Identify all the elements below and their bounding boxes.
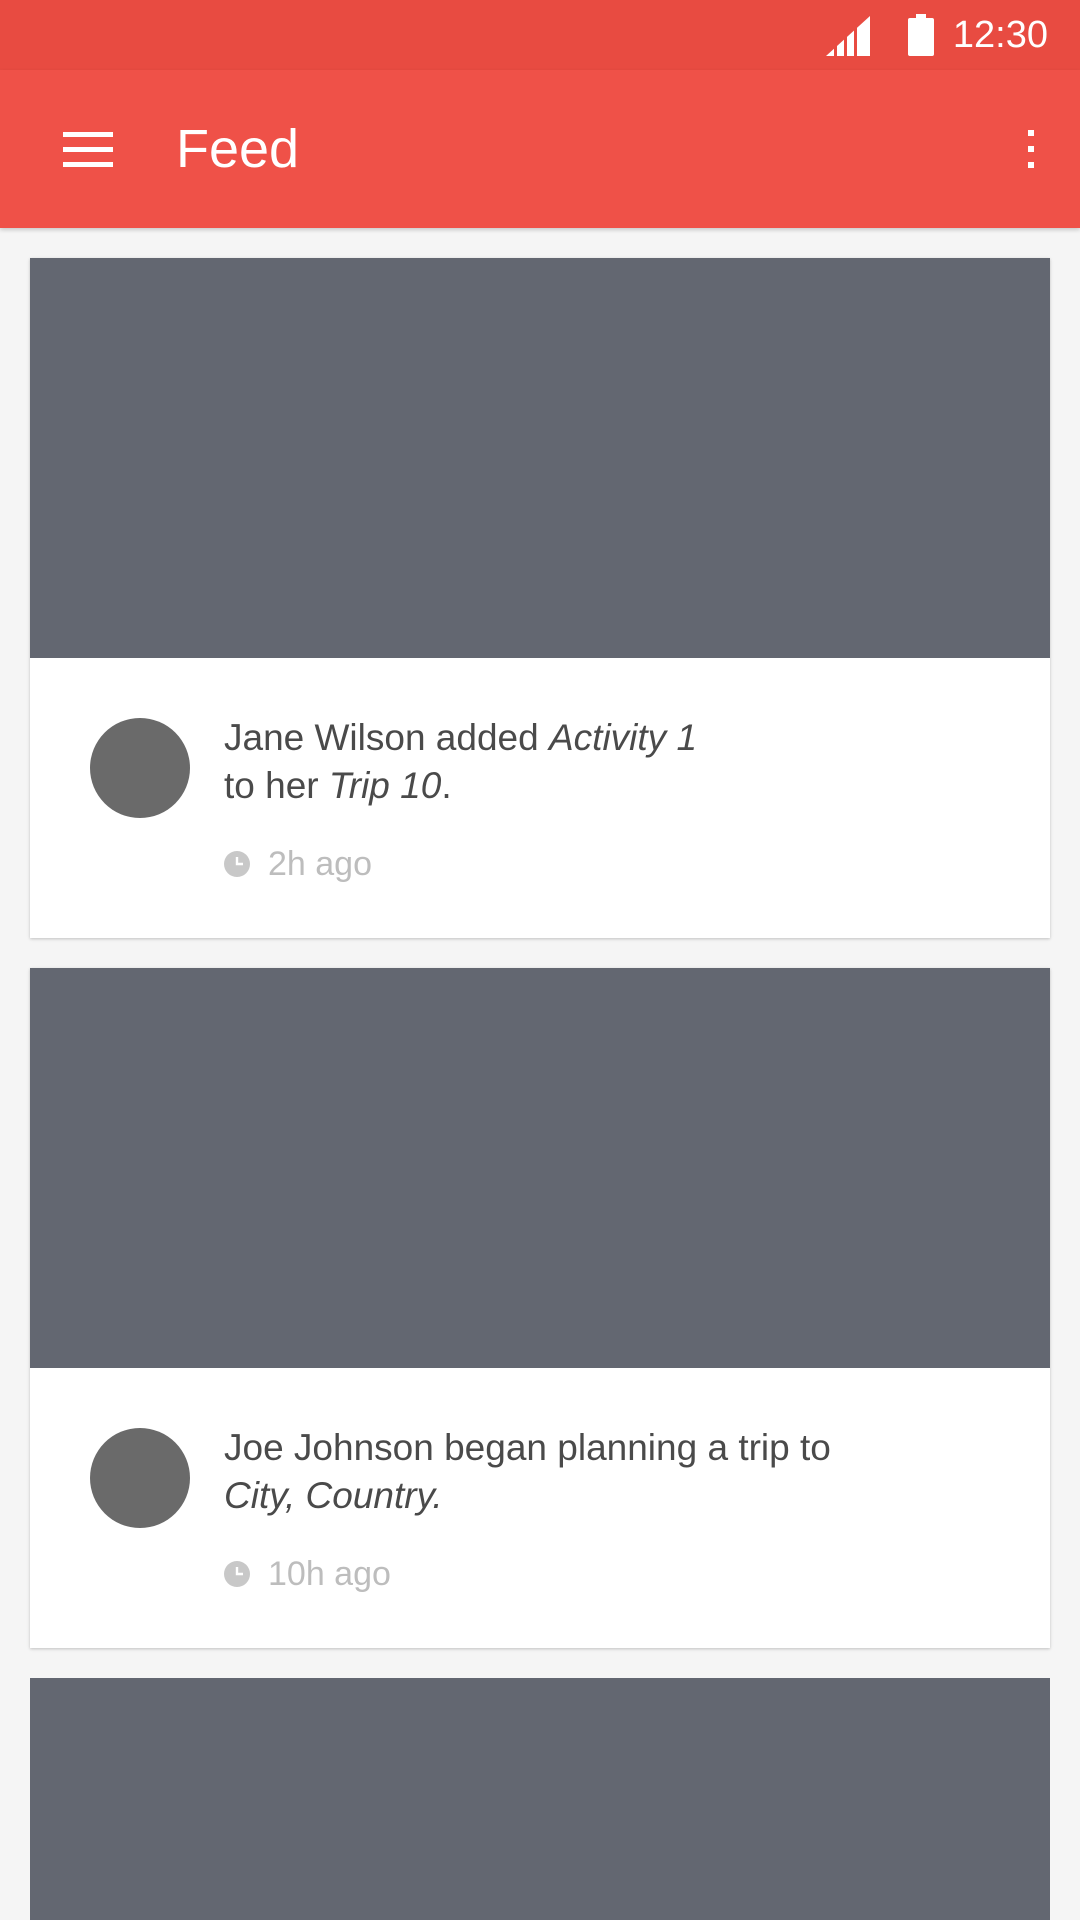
battery-icon <box>908 14 934 56</box>
avatar[interactable] <box>90 718 190 818</box>
card-image[interactable] <box>30 968 1050 1368</box>
card-text-suffix: . <box>441 765 452 806</box>
page-title: Feed <box>176 119 300 179</box>
card-text-activity: Activity 1 <box>548 717 698 758</box>
card-timestamp: 2h ago <box>224 842 372 886</box>
clock-icon <box>224 851 250 877</box>
card-time-text: 10h ago <box>268 1554 391 1593</box>
status-bar: 12:30 <box>0 0 1080 70</box>
card-text-actor: Joe Johnson began planning a trip to <box>224 1427 831 1468</box>
feed-card[interactable]: Joe Johnson began planning a trip to Cit… <box>30 968 1050 1648</box>
feed-card[interactable] <box>30 1678 1050 1920</box>
overflow-menu-button[interactable] <box>1008 116 1052 182</box>
avatar[interactable] <box>90 1428 190 1528</box>
card-time-text: 2h ago <box>268 844 372 883</box>
app-bar: Feed <box>0 70 1080 228</box>
card-image[interactable] <box>30 258 1050 658</box>
status-time: 12:30 <box>952 14 1048 56</box>
signal-icon <box>826 16 870 56</box>
card-timestamp: 10h ago <box>224 1552 391 1596</box>
card-body: Jane Wilson added Activity 1 to her Trip… <box>30 658 1050 938</box>
card-text: Jane Wilson added Activity 1 to her Trip… <box>224 714 1004 810</box>
card-image[interactable] <box>30 1678 1050 1920</box>
card-text-actor: Jane Wilson added <box>224 717 549 758</box>
card-body: Joe Johnson began planning a trip to Cit… <box>30 1368 1050 1648</box>
feed-card[interactable]: Jane Wilson added Activity 1 to her Trip… <box>30 258 1050 938</box>
card-text: Joe Johnson began planning a trip to Cit… <box>224 1424 1004 1520</box>
card-text-trip: Trip 10 <box>328 765 442 806</box>
clock-icon <box>224 1561 250 1587</box>
card-text-mid: to her <box>224 765 329 806</box>
card-text-location: City, Country. <box>224 1475 443 1516</box>
menu-button[interactable] <box>48 116 128 182</box>
